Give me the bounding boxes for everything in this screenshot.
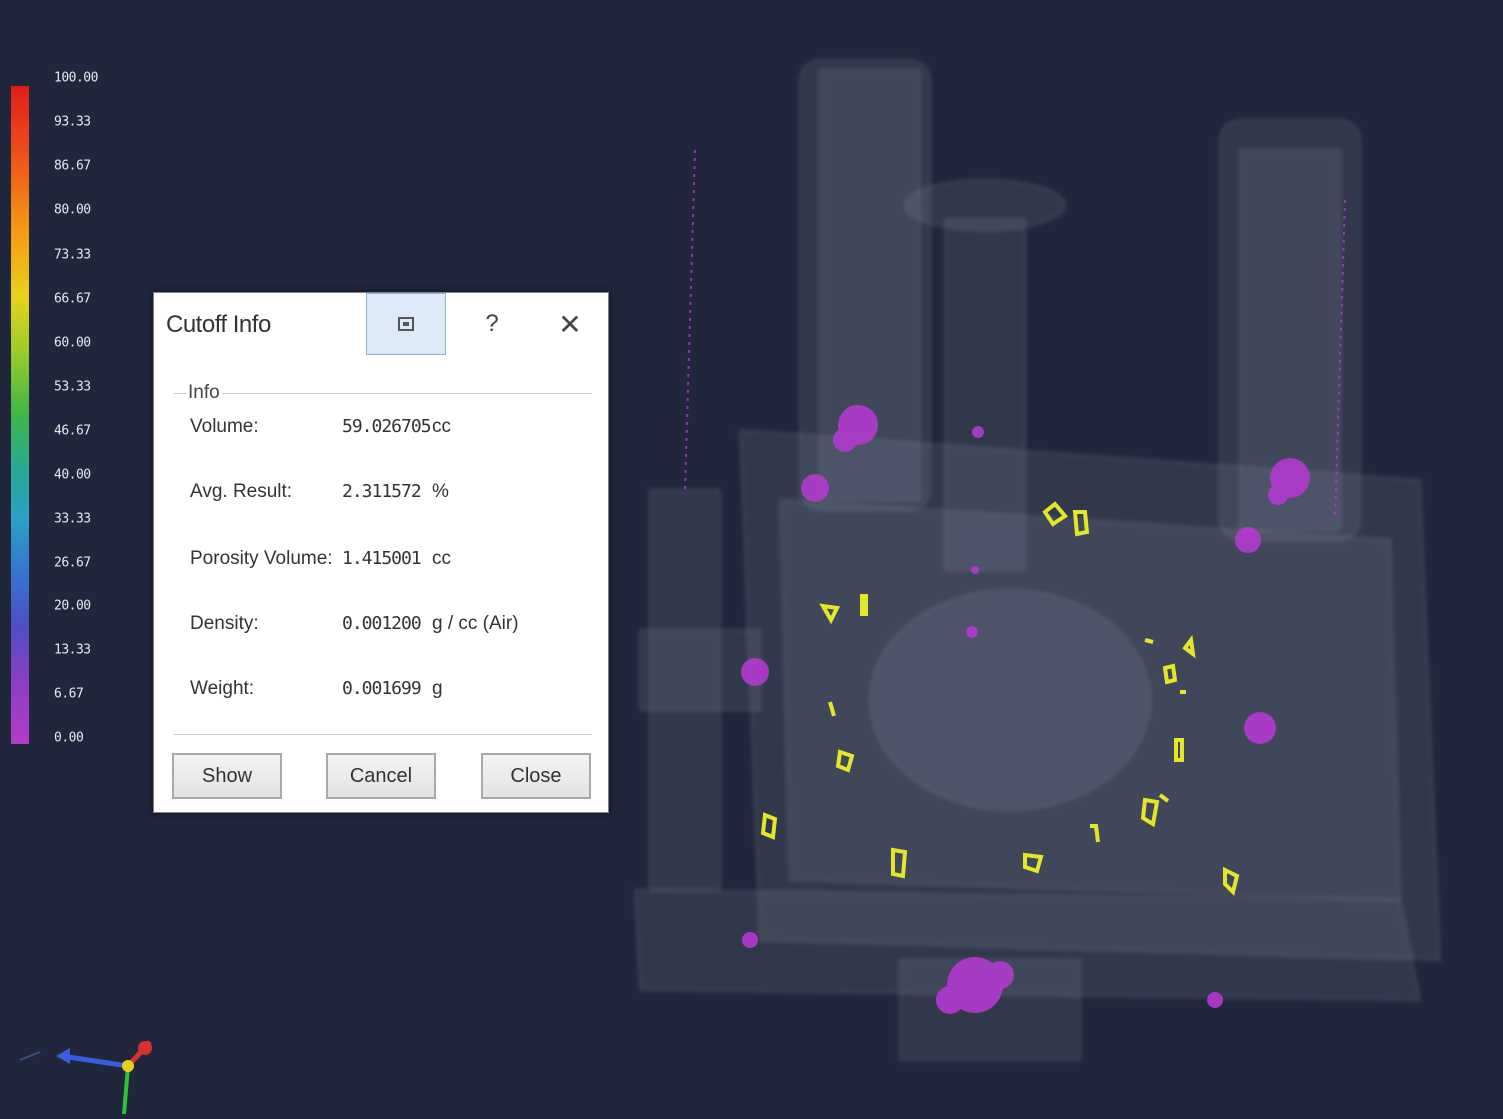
row-unit: g / cc (Air) bbox=[432, 613, 519, 634]
row-label: Volume: bbox=[190, 416, 259, 437]
legend-label: 60.00 bbox=[54, 335, 91, 351]
legend-color-bar bbox=[11, 86, 29, 744]
row-label: Avg. Result: bbox=[190, 481, 293, 502]
row-value: 0.001200 bbox=[342, 613, 422, 634]
legend-label: 33.33 bbox=[54, 511, 91, 527]
row-value: 59.026705 bbox=[342, 416, 432, 437]
info-row-volume: Volume: 59.026705 cc bbox=[190, 416, 590, 446]
legend-label: 20.00 bbox=[54, 598, 91, 614]
row-label: Density: bbox=[190, 613, 259, 634]
legend-label: 0.00 bbox=[54, 730, 84, 746]
close-window-button[interactable]: ✕ bbox=[532, 293, 608, 355]
legend-label: 6.67 bbox=[54, 686, 84, 702]
legend-label: 93.33 bbox=[54, 114, 91, 130]
cutoff-info-dialog: Cutoff Info ? ✕ Info Volume: 59.026705 c… bbox=[153, 292, 609, 813]
row-unit: % bbox=[432, 481, 449, 502]
legend-label: 80.00 bbox=[54, 202, 91, 218]
row-unit: cc bbox=[432, 548, 451, 569]
close-icon: ✕ bbox=[558, 308, 582, 340]
info-group: Info Volume: 59.026705 cc Avg. Result: 2… bbox=[174, 382, 592, 735]
row-unit: cc bbox=[432, 416, 451, 437]
restore-icon bbox=[398, 317, 414, 331]
restore-button[interactable] bbox=[366, 293, 446, 355]
info-row-weight: Weight: 0.001699 g bbox=[190, 678, 590, 708]
close-button[interactable]: Close bbox=[481, 753, 591, 799]
x-axis-icon bbox=[61, 1053, 129, 1069]
color-legend: 100.00 93.33 86.67 80.00 73.33 66.67 60.… bbox=[0, 0, 140, 760]
legend-label: 86.67 bbox=[54, 158, 91, 174]
row-label: Weight: bbox=[190, 678, 255, 699]
legend-label: 26.67 bbox=[54, 555, 91, 571]
axis-gizmo[interactable] bbox=[0, 1000, 180, 1115]
legend-label: 53.33 bbox=[54, 379, 91, 395]
info-row-density: Density: 0.001200 g / cc (Air) bbox=[190, 613, 590, 643]
row-unit: g bbox=[432, 678, 443, 699]
row-label: Porosity Volume: bbox=[190, 548, 333, 569]
info-row-avg-result: Avg. Result: 2.311572 % bbox=[190, 481, 590, 511]
legend-label: 40.00 bbox=[54, 467, 91, 483]
row-value: 2.311572 bbox=[342, 481, 422, 502]
info-row-porosity-volume: Porosity Volume: 1.415001 cc bbox=[190, 548, 590, 578]
row-value: 1.415001 bbox=[342, 548, 422, 569]
y-axis-icon bbox=[122, 1065, 130, 1115]
group-title: Info bbox=[186, 382, 222, 404]
legend-label: 73.33 bbox=[54, 247, 91, 263]
legend-label: 46.67 bbox=[54, 423, 91, 439]
legend-label: 13.33 bbox=[54, 642, 91, 658]
question-icon: ? bbox=[485, 310, 499, 337]
row-value: 0.001699 bbox=[342, 678, 422, 699]
dialog-title: Cutoff Info bbox=[166, 311, 271, 338]
legend-label: 66.67 bbox=[54, 291, 91, 307]
show-button[interactable]: Show bbox=[172, 753, 282, 799]
legend-label: 100.00 bbox=[54, 70, 98, 86]
cancel-button[interactable]: Cancel bbox=[326, 753, 436, 799]
dialog-titlebar[interactable]: Cutoff Info ? ✕ bbox=[154, 293, 608, 355]
help-button[interactable]: ? bbox=[454, 293, 530, 355]
